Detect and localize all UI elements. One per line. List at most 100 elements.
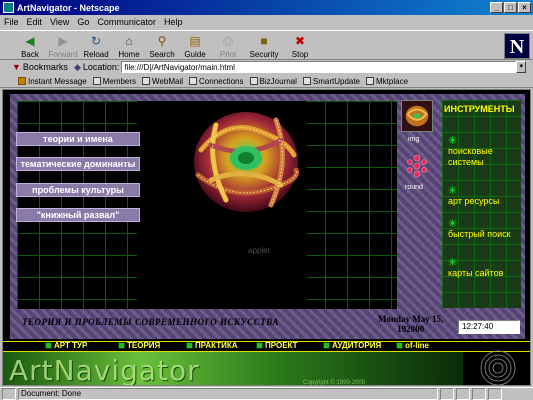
banner-link-practice[interactable]: ПРАКТИКА bbox=[186, 341, 238, 350]
banner-link-label: ПРАКТИКА bbox=[195, 341, 238, 350]
tools-panel: ИНСТРУМЕНТЫ ✳ поисковые системы ✳ арт ре… bbox=[442, 100, 521, 308]
green-square-icon bbox=[45, 342, 52, 349]
status-bar: Document: Done bbox=[0, 387, 533, 400]
img-thumbnail[interactable] bbox=[401, 100, 433, 132]
round-thumbnail[interactable] bbox=[402, 151, 432, 181]
guide-icon: ▤ bbox=[189, 34, 201, 48]
maximize-button[interactable]: □ bbox=[504, 2, 517, 13]
page-content: теории и имена тематические доминанты пр… bbox=[2, 89, 531, 386]
search-icon: ⚲ bbox=[157, 34, 167, 48]
smartupdate-label: SmartUpdate bbox=[312, 76, 361, 86]
green-square-icon bbox=[118, 342, 125, 349]
instant-message-link[interactable]: Instant Message bbox=[18, 77, 87, 86]
green-square-icon bbox=[323, 342, 330, 349]
menu-file[interactable]: File bbox=[4, 17, 19, 27]
green-square-icon bbox=[396, 342, 403, 349]
mktplace-label: Mktplace bbox=[376, 76, 409, 86]
bizjournal-link[interactable]: BizJournal bbox=[249, 77, 297, 86]
bookmark-folder-icon bbox=[142, 77, 151, 85]
members-label: Members bbox=[102, 76, 137, 86]
tool-link-art-resources[interactable]: арт ресурсы bbox=[448, 196, 499, 207]
tool-link-quick-search[interactable]: быстрый поиск bbox=[448, 229, 511, 240]
status-indicator-3 bbox=[472, 388, 486, 400]
main-frame: теории и имена тематические доминанты пр… bbox=[10, 94, 525, 339]
back-arrow-icon: ◀ bbox=[25, 34, 35, 48]
forward-arrow-icon: ▶ bbox=[58, 34, 68, 48]
banner-link-audience[interactable]: АУДИТОРИЯ bbox=[323, 341, 381, 350]
tools-title: ИНСТРУМЕНТЫ bbox=[444, 104, 515, 114]
netscape-app-icon bbox=[3, 2, 14, 13]
date-line-2: 192000 bbox=[397, 324, 425, 334]
home-button[interactable]: ⌂ Home bbox=[113, 31, 145, 59]
location-bar: ▼ Bookmarks ◆ Location: ▼ bbox=[0, 60, 533, 74]
back-label: Back bbox=[21, 50, 39, 59]
connections-link[interactable]: Connections bbox=[189, 76, 244, 86]
close-button[interactable]: × bbox=[518, 2, 531, 13]
bookmark-icon: ▼ bbox=[12, 62, 21, 72]
menu-go[interactable]: Go bbox=[77, 17, 89, 27]
print-label: Print bbox=[219, 50, 237, 59]
stop-label: Stop bbox=[291, 50, 309, 59]
tool-link-site-maps[interactable]: карты сайтов bbox=[448, 268, 503, 279]
minimize-button[interactable]: _ bbox=[490, 2, 503, 13]
status-indicator-1 bbox=[440, 388, 454, 400]
search-label: Search bbox=[149, 50, 175, 59]
artnavigator-logo[interactable]: ArtNavigator bbox=[9, 354, 200, 385]
status-text: Document: Done bbox=[18, 388, 438, 400]
nav-button-culture[interactable]: проблемы культуры bbox=[16, 183, 140, 197]
forward-label: Forward bbox=[48, 50, 78, 59]
members-link[interactable]: Members bbox=[92, 76, 137, 86]
banner-link-offline[interactable]: of-line bbox=[396, 341, 429, 350]
status-indicator-2 bbox=[456, 388, 470, 400]
banner-link-art-tour[interactable]: АРТ ТУР bbox=[45, 341, 87, 350]
print-button[interactable]: ⎙ Print bbox=[212, 31, 244, 59]
guide-label: Guide bbox=[184, 50, 206, 59]
banner-link-label: ПРОЕКТ bbox=[265, 341, 298, 350]
url-dropdown-button[interactable]: ▼ bbox=[516, 61, 527, 73]
tool-link-search-systems[interactable]: поисковые системы bbox=[448, 146, 521, 168]
nav-button-theories[interactable]: теории и имена bbox=[16, 132, 140, 146]
smartupdate-link[interactable]: SmartUpdate bbox=[302, 76, 361, 86]
print-icon: ⎙ bbox=[223, 34, 233, 48]
lock-icon: ■ bbox=[260, 34, 268, 48]
page-proxy-icon[interactable]: ◆ bbox=[74, 62, 81, 73]
reload-button[interactable]: ↻ Reload bbox=[80, 31, 112, 59]
window-title: ArtNavigator - Netscape bbox=[17, 2, 120, 13]
menu-edit[interactable]: Edit bbox=[27, 17, 43, 27]
forward-button[interactable]: ▶ Forward bbox=[47, 31, 79, 59]
url-input[interactable] bbox=[121, 61, 517, 73]
mktplace-link[interactable]: Mktplace bbox=[366, 77, 408, 86]
nav-button-themes[interactable]: тематические доминанты bbox=[16, 157, 140, 171]
bookmark-folder-icon bbox=[92, 77, 101, 85]
sculpture-applet-image[interactable] bbox=[186, 100, 306, 220]
date-line-1: Monday May 15, bbox=[378, 314, 444, 324]
search-button[interactable]: ⚲ Search bbox=[146, 31, 178, 59]
connections-label: Connections bbox=[199, 76, 244, 86]
guide-button[interactable]: ▤ Guide bbox=[179, 31, 211, 59]
bookmark-folder-icon bbox=[302, 77, 311, 85]
webmail-link[interactable]: WebMail bbox=[142, 77, 183, 86]
bookmarks-button[interactable]: ▼ Bookmarks bbox=[12, 62, 68, 72]
banner-link-project[interactable]: ПРОЕКТ bbox=[256, 341, 298, 350]
menu-bar: File Edit View Go Communicator Help bbox=[0, 15, 533, 29]
stop-button[interactable]: ✖ Stop bbox=[284, 31, 316, 59]
banner-link-label: of-line bbox=[405, 341, 429, 350]
green-square-icon bbox=[186, 342, 193, 349]
date-display: Monday May 15, 192000 bbox=[378, 314, 443, 334]
menu-help[interactable]: Help bbox=[164, 17, 183, 27]
banner-link-theory[interactable]: ТЕОРИЯ bbox=[118, 341, 160, 350]
back-button[interactable]: ◀ Back bbox=[14, 31, 46, 59]
webmail-label: WebMail bbox=[152, 76, 184, 86]
instant-message-label: Instant Message bbox=[28, 76, 87, 86]
menu-view[interactable]: View bbox=[50, 17, 69, 27]
banner-link-label: АУДИТОРИЯ bbox=[332, 341, 382, 350]
reload-icon: ↻ bbox=[90, 34, 102, 48]
reload-label: Reload bbox=[83, 50, 109, 59]
stop-icon: ✖ bbox=[294, 34, 306, 48]
security-status-icon[interactable] bbox=[2, 388, 16, 400]
menu-communicator[interactable]: Communicator bbox=[97, 17, 156, 27]
bottom-banner: АРТ ТУР ТЕОРИЯ ПРАКТИКА ПРОЕКТ АУДИТОРИЯ… bbox=[3, 340, 530, 385]
nav-button-books[interactable]: "книжный развал" bbox=[16, 208, 140, 222]
security-button[interactable]: ■ Security bbox=[245, 31, 283, 59]
netscape-logo[interactable]: N bbox=[504, 33, 530, 59]
